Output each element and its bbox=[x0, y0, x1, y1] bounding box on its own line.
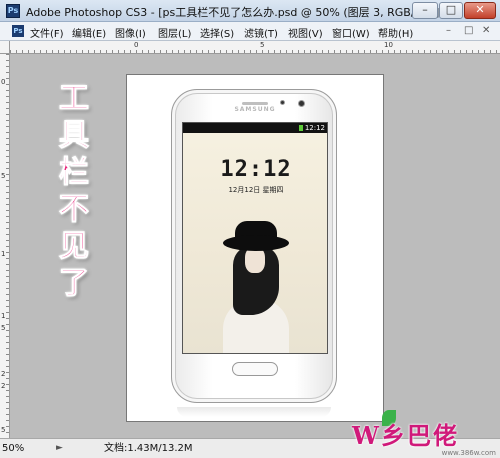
phone-screen: 12:12 12:12 12月12日 星期四 bbox=[182, 122, 328, 354]
phone-sensor bbox=[280, 100, 285, 105]
site-watermark: W乡巴佬 www.386w.com bbox=[352, 408, 500, 458]
ruler-mark: 0 bbox=[1, 78, 6, 86]
phone-status-bar: 12:12 bbox=[183, 123, 327, 133]
doc-restore-button[interactable]: □ bbox=[464, 25, 473, 36]
watermark-text: W乡巴佬 bbox=[352, 421, 459, 450]
horizontal-ruler[interactable]: 0 5 10 bbox=[10, 41, 500, 54]
maximize-button[interactable]: □ bbox=[439, 2, 463, 19]
wallpaper-hat-brim bbox=[223, 235, 289, 251]
menu-help[interactable]: 帮助(H) bbox=[378, 25, 413, 40]
photoshop-app-icon[interactable]: Ps bbox=[6, 4, 20, 18]
ruler-mark: 2 bbox=[1, 370, 6, 378]
ruler-mark: 1 bbox=[1, 250, 6, 258]
ruler-mark: 5 bbox=[260, 41, 265, 49]
ruler-mark: 5 bbox=[1, 426, 6, 434]
document-size-info: 文档:1.43M/13.2M bbox=[104, 443, 193, 454]
canvas-area[interactable]: 工具栏不见了 SAMSUNG 12:12 12:12 12月12日 星期四 bbox=[10, 54, 500, 438]
battery-icon bbox=[299, 125, 303, 131]
document-icon[interactable]: Ps bbox=[12, 25, 24, 37]
phone-brand: SAMSUNG bbox=[234, 106, 276, 113]
phone-home-button bbox=[232, 362, 278, 376]
window-title: Adobe Photoshop CS3 - [ps工具栏不见了怎么办.psd @… bbox=[26, 6, 440, 19]
ruler-mark: 5 bbox=[1, 172, 6, 180]
phone-camera bbox=[298, 100, 305, 107]
overlay-title-text: 工具栏不见了 bbox=[59, 81, 90, 302]
lockscreen-date: 12月12日 星期四 bbox=[228, 186, 284, 194]
ruler-mark: 10 bbox=[384, 41, 393, 49]
zoom-level-field[interactable]: 50% bbox=[2, 442, 42, 456]
phone-reflection bbox=[177, 407, 331, 417]
doc-minimize-button[interactable]: – bbox=[446, 25, 451, 36]
menu-select[interactable]: 选择(S) bbox=[200, 25, 234, 40]
lockscreen-clock: 12:12 bbox=[220, 157, 292, 182]
watermark-url: www.386w.com bbox=[441, 449, 496, 457]
menu-bar: Ps 文件(F) 编辑(E) 图像(I) 图层(L) 选择(S) 滤镜(T) 视… bbox=[0, 22, 500, 41]
ruler-mark: 0 bbox=[134, 41, 139, 49]
menu-edit[interactable]: 编辑(E) bbox=[72, 25, 106, 40]
ruler-mark: 2 bbox=[1, 382, 6, 390]
menu-view[interactable]: 视图(V) bbox=[288, 25, 323, 40]
phone-image: SAMSUNG 12:12 12:12 12月12日 星期四 bbox=[171, 89, 337, 403]
minimize-button[interactable]: – bbox=[412, 2, 438, 19]
document-canvas[interactable]: SAMSUNG 12:12 12:12 12月12日 星期四 bbox=[126, 74, 384, 422]
menu-layer[interactable]: 图层(L) bbox=[158, 25, 191, 40]
menu-filter[interactable]: 滤镜(T) bbox=[244, 25, 278, 40]
vertical-ruler[interactable]: 0 5 1 1 5 2 2 5 bbox=[0, 54, 10, 438]
ruler-corner[interactable] bbox=[0, 41, 10, 54]
ruler-mark: 5 bbox=[1, 324, 6, 332]
status-time: 12:12 bbox=[304, 124, 325, 132]
menu-image[interactable]: 图像(I) bbox=[115, 25, 146, 40]
title-bar: Ps Adobe Photoshop CS3 - [ps工具栏不见了怎么办.ps… bbox=[0, 0, 500, 22]
status-menu-arrow-icon[interactable]: ► bbox=[56, 443, 63, 453]
doc-close-button[interactable]: ✕ bbox=[482, 25, 490, 36]
menu-window[interactable]: 窗口(W) bbox=[332, 25, 370, 40]
menu-file[interactable]: 文件(F) bbox=[30, 25, 64, 40]
phone-speaker bbox=[242, 102, 268, 105]
close-button[interactable]: ✕ bbox=[464, 2, 496, 19]
ruler-mark: 1 bbox=[1, 312, 6, 320]
